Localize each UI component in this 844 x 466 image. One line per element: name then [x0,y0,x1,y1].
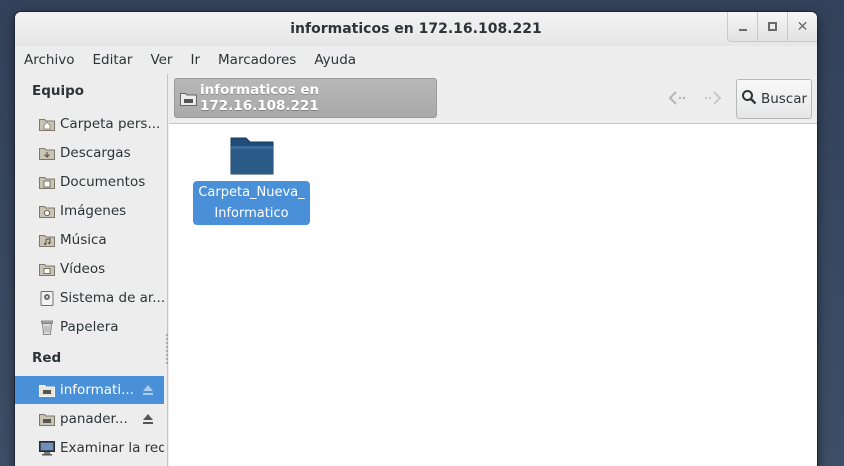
menu-ver[interactable]: Ver [141,52,181,74]
file-view[interactable]: Carpeta_Nueva_ Informatico [169,124,817,466]
sidebar-item-label: Vídeos [60,261,106,277]
sidebar-item-label: Examinar la red [60,440,164,456]
toolbar: informaticos en 172.16.108.221 Buscar [169,74,817,124]
sidebar-item-musica[interactable]: Música [15,226,164,254]
sidebar-section-red: Red [32,350,62,366]
file-name: Carpeta_Nueva_ Informatico [193,181,310,225]
menu-bar: Archivo Editar Ver Ir Marcadores Ayuda [15,52,817,74]
trash-icon [39,319,55,335]
forward-arrow-icon[interactable] [701,90,723,110]
maximize-icon [768,22,777,31]
sidebar-item-label: Sistema de ar... [59,290,164,306]
menu-editar[interactable]: Editar [83,52,141,74]
network-browse-icon [39,440,55,456]
sidebar-item-sistema[interactable]: Sistema de ar... [15,284,164,312]
menu-marcadores[interactable]: Marcadores [209,52,305,74]
sidebar-item-home[interactable]: Carpeta pers... [15,110,164,138]
sidebar-item-label: Carpeta pers... [60,116,161,132]
places-sidebar: Equipo Carpeta pers... Descargas Documen… [15,74,168,466]
videos-folder-icon [39,261,55,277]
pictures-folder-icon [39,203,55,219]
sidebar-item-panaderia[interactable]: panader... [15,405,164,433]
menu-archivo[interactable]: Archivo [15,52,83,74]
network-folder-icon [180,91,197,106]
close-icon: ✕ [796,18,809,35]
file-name-line-1: Carpeta_Nueva_ [198,185,305,200]
file-manager-window: informaticos en 172.16.108.221 ✕ Archivo… [15,12,817,466]
window-title: informaticos en 172.16.108.221 [290,21,542,37]
sidebar-item-examinar-red[interactable]: Examinar la red [15,434,164,462]
menu-ir[interactable]: Ir [181,52,209,74]
path-label: informaticos en 172.16.108.221 [200,82,320,114]
file-item-carpeta-nueva-informatico[interactable]: Carpeta_Nueva_ Informatico [193,134,310,225]
sidebar-item-label: Descargas [60,145,131,161]
sidebar-item-label: Documentos [60,174,146,190]
search-button[interactable]: Buscar [736,79,812,119]
documents-folder-icon [39,174,55,190]
close-button[interactable]: ✕ [787,12,817,42]
navigation-arrows [667,90,723,110]
sidebar-item-label: Papelera [60,319,119,335]
folder-icon [193,134,310,176]
sidebar-item-label: Imágenes [60,203,127,219]
minimize-icon [738,28,747,31]
sidebar-item-informaticos[interactable]: informati... [15,376,164,404]
menu-ayuda[interactable]: Ayuda [305,52,365,74]
sidebar-item-descargas[interactable]: Descargas [15,139,164,167]
file-name-line-2: Informatico [214,206,289,221]
search-label: Buscar [760,91,808,107]
minimize-button[interactable] [727,12,757,42]
downloads-folder-icon [39,145,55,161]
filesystem-icon [39,290,55,306]
search-icon [741,89,757,109]
path-bar-button[interactable]: informaticos en 172.16.108.221 [174,78,437,118]
music-folder-icon [39,232,55,248]
sidebar-item-videos[interactable]: Vídeos [15,255,164,283]
title-bar[interactable]: informaticos en 172.16.108.221 ✕ [15,12,817,46]
home-folder-icon [39,116,55,132]
network-folder-icon [39,382,55,398]
sidebar-item-documentos[interactable]: Documentos [15,168,164,196]
sidebar-section-equipo: Equipo [32,83,85,99]
sidebar-item-label: informati... [60,382,134,398]
maximize-button[interactable] [757,12,787,42]
back-arrow-icon[interactable] [667,90,689,110]
network-folder-icon [39,411,55,427]
window-controls: ✕ [727,12,817,42]
eject-icon[interactable] [141,383,155,397]
sidebar-resize-handle[interactable] [166,334,168,364]
eject-icon[interactable] [141,412,155,426]
sidebar-item-papelera[interactable]: Papelera [15,313,164,341]
sidebar-item-imagenes[interactable]: Imágenes [15,197,164,225]
sidebar-item-label: Música [60,232,107,248]
sidebar-item-label: panader... [60,411,128,427]
